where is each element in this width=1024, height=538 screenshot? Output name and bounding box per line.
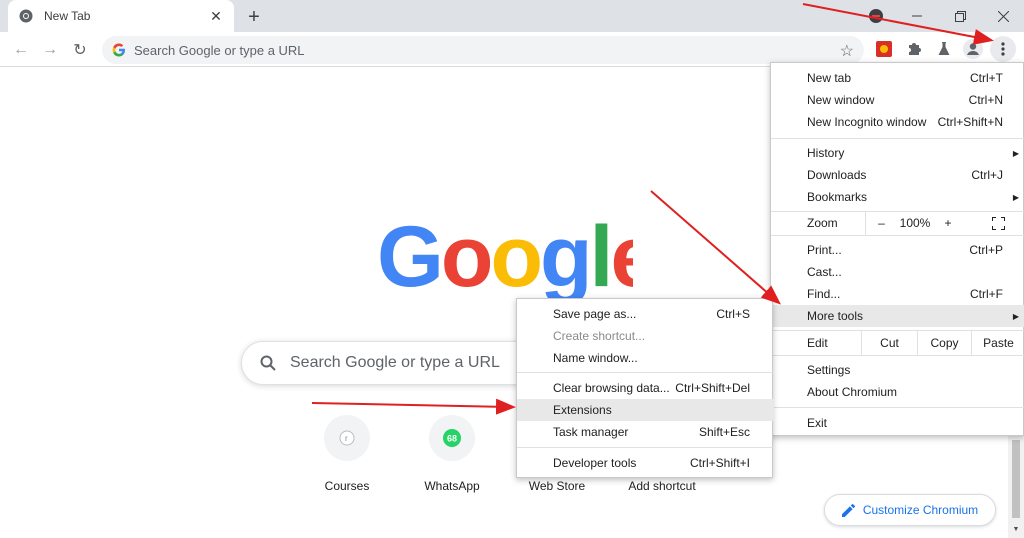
- back-button[interactable]: ←: [8, 37, 34, 63]
- menu-new-window[interactable]: New window Ctrl+N: [771, 89, 1024, 111]
- svg-text:r: r: [345, 434, 348, 443]
- zoom-value: 100%: [899, 216, 931, 230]
- profile-icon[interactable]: [962, 38, 984, 60]
- zoom-in-button[interactable]: +: [933, 211, 963, 235]
- fullscreen-icon[interactable]: [983, 211, 1013, 235]
- menu-bookmarks[interactable]: Bookmarks ▶: [771, 186, 1024, 208]
- more-tools-submenu: Save page as... Ctrl+S Create shortcut...…: [516, 298, 774, 478]
- google-logo: Google: [377, 214, 633, 304]
- whatsapp-icon: 68: [429, 415, 475, 461]
- menu-separator: [771, 235, 1024, 236]
- google-g-icon: [112, 43, 125, 57]
- kebab-icon: [1001, 42, 1005, 56]
- close-icon[interactable]: ✕: [208, 8, 224, 24]
- chromium-icon: [18, 8, 34, 24]
- shortcut-whatsapp[interactable]: 68 WhatsApp: [407, 415, 497, 493]
- menu-exit[interactable]: Exit: [771, 412, 1024, 434]
- zoom-out-button[interactable]: –: [865, 211, 897, 235]
- svg-text:Google: Google: [377, 214, 633, 304]
- copy-button[interactable]: Copy: [917, 331, 971, 355]
- menu-about[interactable]: About Chromium: [771, 381, 1024, 403]
- menu-print[interactable]: Print... Ctrl+P: [771, 239, 1024, 261]
- menu-new-tab[interactable]: New tab Ctrl+T: [771, 67, 1024, 89]
- submenu-arrow-icon: ▶: [1012, 148, 1019, 158]
- menu-separator: [517, 447, 774, 448]
- bookmark-star-icon[interactable]: ☆: [840, 41, 854, 61]
- menu-more-tools[interactable]: More tools ▶: [771, 305, 1024, 327]
- tab-title: New Tab: [44, 9, 91, 23]
- cut-button[interactable]: Cut: [861, 331, 917, 355]
- menu-edit-row: Edit Cut Copy Paste: [771, 331, 1024, 355]
- chrome-menu-button[interactable]: [990, 36, 1016, 62]
- reload-button[interactable]: ↻: [67, 37, 93, 63]
- flask-icon[interactable]: [933, 38, 955, 60]
- extension-red-icon[interactable]: [873, 38, 895, 60]
- arrow-to-extensions: [311, 398, 516, 415]
- submenu-clear-data[interactable]: Clear browsing data... Ctrl+Shift+Del: [517, 377, 774, 399]
- ntp-search-placeholder: Search Google or type a URL: [290, 354, 500, 371]
- whatsapp-badge: 68: [447, 434, 457, 444]
- puzzle-icon[interactable]: [903, 38, 925, 60]
- submenu-arrow-icon: ▶: [1012, 311, 1019, 321]
- menu-find[interactable]: Find... Ctrl+F: [771, 283, 1024, 305]
- forward-button[interactable]: →: [37, 37, 63, 63]
- menu-settings[interactable]: Settings: [771, 359, 1024, 381]
- menu-separator: [771, 407, 1024, 408]
- submenu-dev-tools[interactable]: Developer tools Ctrl+Shift+I: [517, 452, 774, 474]
- submenu-extensions[interactable]: Extensions: [517, 399, 774, 421]
- menu-zoom-row: Zoom – 100% +: [771, 211, 1024, 235]
- courses-icon: r: [324, 415, 370, 461]
- paste-button[interactable]: Paste: [971, 331, 1024, 355]
- minimize-button[interactable]: [894, 0, 940, 32]
- tab-strip: New Tab ✕ +: [0, 0, 1024, 32]
- edit-label: Edit: [807, 336, 828, 350]
- menu-cast[interactable]: Cast...: [771, 261, 1024, 283]
- submenu-save-page[interactable]: Save page as... Ctrl+S: [517, 303, 774, 325]
- search-icon: [260, 355, 276, 371]
- submenu-name-window[interactable]: Name window...: [517, 347, 774, 369]
- pencil-icon: [841, 503, 855, 517]
- restore-button[interactable]: [937, 0, 983, 32]
- menu-separator: [771, 138, 1024, 139]
- shortcut-label: WhatsApp: [424, 479, 480, 493]
- shortcut-courses[interactable]: r Courses: [302, 415, 392, 493]
- submenu-task-manager[interactable]: Task manager Shift+Esc: [517, 421, 774, 443]
- omnibox-placeholder: Search Google or type a URL: [134, 42, 305, 58]
- submenu-arrow-icon: ▶: [1012, 192, 1019, 202]
- menu-new-incognito[interactable]: New Incognito window Ctrl+Shift+N: [771, 111, 1024, 133]
- close-window-button[interactable]: [980, 0, 1024, 32]
- shortcut-label: Web Store: [528, 479, 586, 493]
- incognito-indicator-icon: [869, 9, 883, 23]
- submenu-create-shortcut[interactable]: Create shortcut...: [517, 325, 774, 347]
- customize-chromium-button[interactable]: Customize Chromium: [824, 494, 996, 526]
- zoom-label: Zoom: [807, 216, 838, 230]
- omnibox[interactable]: Search Google or type a URL ☆: [102, 36, 864, 64]
- customize-label: Customize Chromium: [862, 503, 979, 517]
- tab-new-tab[interactable]: New Tab ✕: [8, 0, 234, 32]
- arrow-to-more-tools: [650, 190, 782, 305]
- menu-downloads[interactable]: Downloads Ctrl+J: [771, 164, 1024, 186]
- menu-separator: [517, 372, 774, 373]
- shortcut-label: Add shortcut: [628, 479, 696, 493]
- scroll-down-icon[interactable]: ▼: [1012, 526, 1020, 533]
- scrollbar-thumb[interactable]: [1012, 440, 1020, 518]
- menu-separator: [771, 355, 1024, 356]
- chrome-main-menu: New tab Ctrl+T New window Ctrl+N New Incog…: [770, 62, 1024, 436]
- new-tab-button[interactable]: +: [243, 6, 265, 28]
- shortcut-label: Courses: [324, 479, 370, 493]
- menu-history[interactable]: History ▶: [771, 142, 1024, 164]
